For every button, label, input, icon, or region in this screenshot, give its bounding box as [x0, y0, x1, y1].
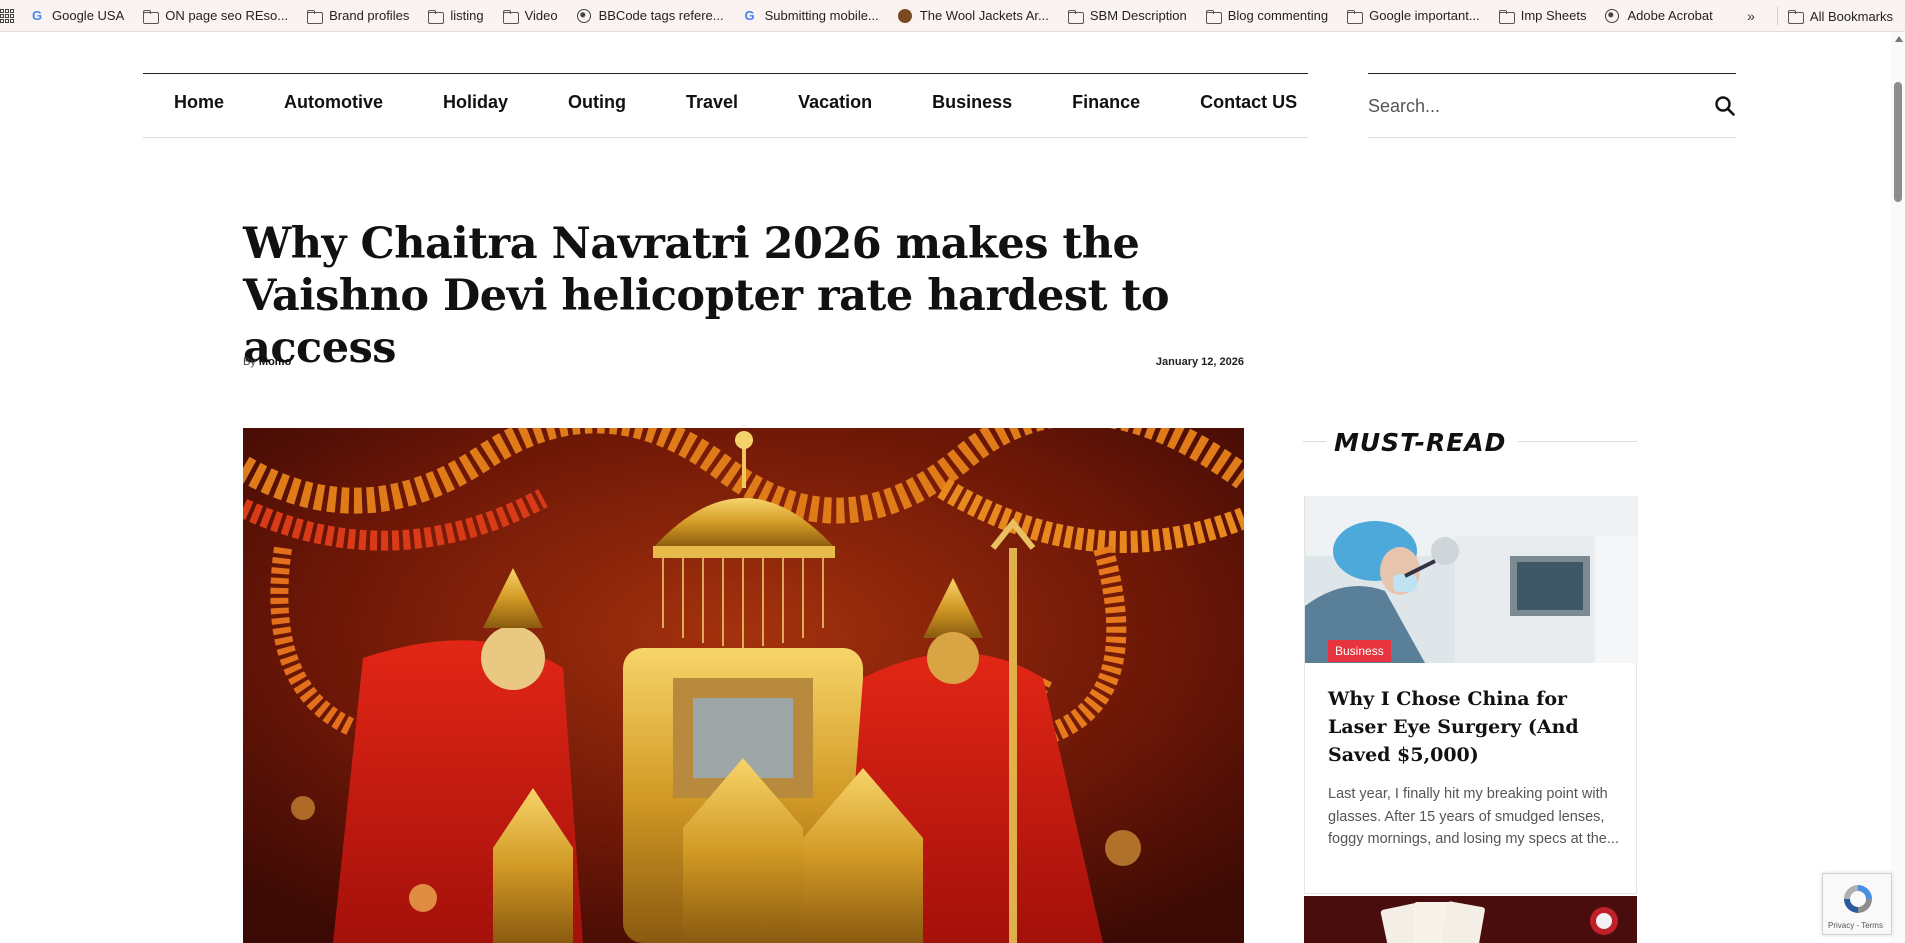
- bookmarks-bar: G Google USA ON page seo REso... Brand pr…: [0, 0, 1905, 32]
- must-read-card[interactable]: Business Why I Chose China for Laser Eye…: [1304, 496, 1638, 894]
- google-icon: G: [744, 7, 755, 23]
- article-title: Why Chaitra Navratri 2026 makes the Vais…: [243, 219, 1170, 373]
- nav-item-vacation[interactable]: Vacation: [798, 92, 872, 113]
- globe-icon: [1605, 8, 1620, 23]
- byline-prefix: By: [243, 356, 256, 368]
- search-top-border: [1368, 73, 1736, 74]
- google-icon: G: [31, 7, 43, 23]
- folder-icon: [1067, 9, 1084, 24]
- nav-item-travel[interactable]: Travel: [686, 92, 738, 113]
- search-icon[interactable]: [1714, 95, 1736, 117]
- nav-item-outing[interactable]: Outing: [568, 92, 626, 113]
- scroll-thumb[interactable]: [1894, 82, 1902, 202]
- folder-icon: [1787, 9, 1804, 24]
- bookmarks-overflow-icon[interactable]: »: [1747, 8, 1755, 24]
- apps-grid-icon[interactable]: [0, 8, 14, 23]
- nav-item-home[interactable]: Home: [174, 92, 224, 113]
- bookmark-item[interactable]: Video: [502, 8, 558, 24]
- scroll-up-arrow-icon[interactable]: [1895, 36, 1903, 42]
- bookmark-item[interactable]: G Google USA: [30, 8, 124, 23]
- publish-date: January 12, 2026: [1155, 356, 1244, 368]
- folder-icon: [502, 9, 519, 24]
- recaptcha-logo-icon: [1844, 885, 1872, 913]
- bookmarks-divider: [1776, 7, 1778, 25]
- bookmark-item[interactable]: listing: [428, 8, 484, 24]
- category-badge[interactable]: Business: [1328, 640, 1391, 662]
- folder-icon: [307, 9, 324, 24]
- bookmark-item[interactable]: Blog commenting: [1205, 8, 1328, 24]
- folder-icon: [1498, 9, 1515, 24]
- page-scrollbar[interactable]: [1891, 32, 1905, 943]
- casino-cards-image: [1304, 896, 1637, 943]
- folder-icon: [1205, 9, 1222, 24]
- bookmark-item[interactable]: G Submitting mobile...: [743, 8, 879, 23]
- next-card-thumbnail[interactable]: [1304, 896, 1637, 943]
- search-bottom-border: [1368, 137, 1736, 138]
- nav-item-business[interactable]: Business: [932, 92, 1012, 113]
- folder-icon: [1347, 9, 1364, 24]
- card-thumbnail[interactable]: Business: [1305, 496, 1638, 663]
- bookmark-item[interactable]: The Wool Jackets Ar...: [897, 8, 1049, 23]
- shrine-illustration: [243, 428, 1244, 943]
- bookmark-item[interactable]: BBCode tags refere...: [576, 8, 724, 23]
- bookmark-item[interactable]: Google important...: [1347, 8, 1480, 24]
- all-bookmarks-button[interactable]: All Bookmarks: [1787, 9, 1893, 24]
- folder-icon: [428, 9, 445, 24]
- recaptcha-badge[interactable]: Privacy - Terms: [1822, 873, 1892, 935]
- must-read-heading: MUST-READ: [1326, 428, 1519, 457]
- nav-item-finance[interactable]: Finance: [1072, 92, 1140, 113]
- bookmark-item[interactable]: Brand profiles: [307, 8, 409, 24]
- card-title[interactable]: Why I Chose China for Laser Eye Surgery …: [1328, 685, 1628, 769]
- folder-icon: [143, 9, 160, 24]
- byline: By Momo: [243, 356, 291, 368]
- bookmark-item[interactable]: ON page seo REso...: [143, 8, 288, 24]
- laser-surgery-image: [1305, 496, 1638, 663]
- article-hero-image: [243, 428, 1244, 943]
- nav-top-border: [143, 73, 1308, 74]
- bookmarks-right: » All Bookmarks: [1747, 0, 1893, 32]
- bookmark-item[interactable]: Adobe Acrobat: [1605, 8, 1713, 23]
- site-icon: [897, 8, 912, 23]
- globe-icon: [576, 8, 591, 23]
- card-excerpt: Last year, I finally hit my breaking poi…: [1328, 786, 1619, 847]
- nav-bottom-border: [143, 137, 1308, 138]
- search-input[interactable]: [1368, 92, 1698, 120]
- bookmark-item[interactable]: SBM Description: [1067, 8, 1187, 24]
- nav-item-automotive[interactable]: Automotive: [284, 92, 383, 113]
- recaptcha-links[interactable]: Privacy - Terms: [1828, 921, 1883, 930]
- main-nav: Home Automotive Holiday Outing Travel Va…: [174, 92, 1297, 113]
- nav-item-contact-us[interactable]: Contact US: [1200, 92, 1297, 113]
- bookmark-item[interactable]: Imp Sheets: [1498, 8, 1586, 24]
- nav-item-holiday[interactable]: Holiday: [443, 92, 508, 113]
- author-link[interactable]: Momo: [259, 356, 291, 368]
